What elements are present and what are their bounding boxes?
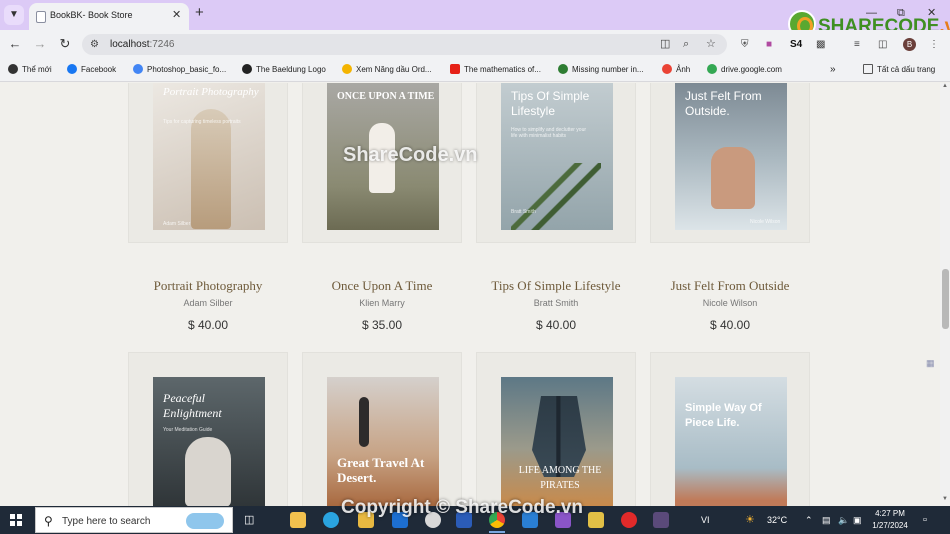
book-cover[interactable]: Portrait Photography Tips for capturing … (153, 83, 265, 230)
google-drive-icon (707, 64, 717, 74)
app-icon[interactable] (653, 512, 669, 528)
language-indicator[interactable]: ▣ (853, 514, 862, 526)
bookmarks-bar: Thể mới Facebook Photoshop_basic_fo... T… (0, 58, 950, 82)
forward-button[interactable]: → (32, 36, 48, 52)
telegram-app-icon[interactable] (323, 512, 339, 528)
new-tab-button[interactable]: + (195, 5, 204, 21)
media-queue-icon[interactable]: ≡ (854, 39, 860, 51)
keyboard-language[interactable]: VI (701, 514, 710, 526)
clock-time: 4:27 PM (875, 509, 905, 518)
scrollbar-thumb[interactable] (942, 269, 949, 329)
reload-button[interactable]: ↻ (57, 36, 73, 52)
taskbar-search[interactable]: ⚲ Type here to search (35, 507, 233, 533)
record-app-icon[interactable] (621, 512, 637, 528)
book-title[interactable]: Once Upon A Time (302, 278, 462, 294)
bookmark-item[interactable]: Xem Năng dầu Ord... (342, 64, 432, 76)
facebook-icon (67, 64, 77, 74)
active-app-indicator (489, 531, 505, 533)
weather-temperature[interactable]: 32°C (767, 514, 787, 526)
scroll-up-icon[interactable]: ▲ (942, 83, 948, 89)
volume-icon[interactable]: 🔈 (838, 514, 849, 526)
bookmark-icon (558, 64, 568, 74)
book-author: Bratt Smith (533, 298, 579, 308)
page-scrollbar[interactable]: ▲ ▼ (940, 83, 950, 506)
address-bar[interactable]: ⚙ localhost:7246 ◫ ⌕ ☆ (82, 34, 727, 55)
puzzle-icon[interactable]: ▩ (816, 39, 825, 51)
book-cover[interactable]: Tips Of Simple Lifestyle How to simplify… (501, 83, 613, 230)
search-icon: ⚲ (44, 514, 53, 528)
search-placeholder: Type here to search (62, 516, 151, 527)
bookmark-icon (342, 64, 352, 74)
book-author: Nicole Wilson (702, 298, 758, 308)
bookmark-item[interactable]: Photoshop_basic_fo... (133, 64, 226, 76)
book-title[interactable]: Portrait Photography (128, 278, 288, 294)
page-icon (36, 11, 46, 23)
s4-extension-icon[interactable]: S4 (790, 39, 802, 51)
scroll-down-icon[interactable]: ▼ (942, 496, 948, 502)
shield-extension-icon[interactable]: ⛨ (741, 39, 749, 51)
notification-icon[interactable]: ▫ (923, 514, 927, 526)
side-panel-icon[interactable]: ◫ (878, 39, 887, 51)
book-cover[interactable]: LIFE AMONG THE PIRATES (501, 377, 613, 506)
baeldung-icon (242, 64, 252, 74)
clock-date: 1/27/2024 (872, 521, 908, 530)
book-price: $ 40.00 (535, 318, 577, 332)
book-cover[interactable]: Peaceful Enlightment Your Meditation Gui… (153, 377, 265, 506)
bookmark-item[interactable]: Missing number in... (558, 64, 644, 76)
folder-icon (863, 64, 873, 74)
zoom-icon[interactable]: ⌕ (683, 38, 689, 51)
book-cover[interactable]: Great Travel At Desert. (327, 377, 439, 506)
toolbar: ← → ↻ ⚙ localhost:7246 ◫ ⌕ ☆ ⛨ ■ S4 ▩ ≡ … (0, 30, 950, 58)
more-bookmarks-button[interactable]: » (830, 64, 836, 76)
youtube-icon (450, 64, 460, 74)
book-author: Klien Marry (359, 298, 405, 308)
system-clock[interactable]: 4:27 PM 1/27/2024 (868, 508, 912, 532)
tab-search-button[interactable]: ▼ (4, 5, 24, 25)
bookmark-icon (8, 64, 18, 74)
windows-start-icon[interactable] (10, 514, 22, 526)
extension-icon[interactable]: ■ (766, 39, 772, 51)
page-viewport: Portrait Photography Tips for capturing … (0, 83, 940, 506)
google-icon (133, 64, 143, 74)
tab-bookbk[interactable]: BookBK- Book Store ✕ (29, 3, 189, 30)
sharecode-watermark: ShareCode.vn (343, 144, 478, 166)
book-cover[interactable]: Simple Way Of Piece Life. (675, 377, 787, 506)
bookmark-item[interactable]: Thể mới (8, 64, 52, 76)
weather-sun-icon[interactable]: ☀ (745, 514, 755, 526)
bookmark-item[interactable]: The Baeldung Logo (242, 64, 326, 76)
close-icon[interactable]: ✕ (172, 8, 181, 21)
translate-icon[interactable]: ◫ (660, 38, 670, 51)
book-title[interactable]: Just Felt From Outside (650, 278, 810, 294)
site-info-icon[interactable]: ⚙ (90, 38, 103, 51)
back-button[interactable]: ← (7, 36, 23, 52)
store-app-icon[interactable] (290, 512, 306, 528)
book-author: Adam Silber (183, 298, 233, 308)
copyright-watermark: Copyright © ShareCode.vn (341, 497, 584, 518)
bookmark-item[interactable]: Facebook (67, 64, 116, 76)
chevron-up-icon[interactable]: ⌃ (805, 514, 813, 526)
weather-cloud-icon (186, 513, 224, 529)
url-text: localhost:7246 (110, 39, 175, 50)
book-price: $ 40.00 (709, 318, 751, 332)
app-icon[interactable] (588, 512, 604, 528)
bookmark-item[interactable]: drive.google.com (707, 64, 782, 76)
network-icon[interactable]: ▤ (822, 514, 831, 526)
profile-avatar[interactable]: B (903, 38, 916, 51)
book-cover[interactable]: Just Felt From Outside. Nicole Wilson (675, 83, 787, 230)
floating-extension-icon[interactable]: ▦ (926, 358, 936, 370)
book-title[interactable]: Tips Of Simple Lifestyle (476, 278, 636, 294)
task-view-icon[interactable]: ◫ (244, 514, 254, 526)
tab-title: BookBK- Book Store (50, 10, 133, 20)
book-price: $ 40.00 (187, 318, 229, 332)
bookmark-item[interactable]: The mathematics of... (450, 64, 541, 76)
all-bookmarks-folder[interactable]: Tất cả dấu trang (863, 64, 935, 76)
bookmark-item[interactable]: Ảnh (662, 64, 690, 76)
book-price: $ 35.00 (361, 318, 403, 332)
menu-kebab-icon[interactable]: ⋮ (929, 39, 939, 51)
photos-icon (662, 64, 672, 74)
bookmark-star-icon[interactable]: ☆ (706, 38, 716, 51)
